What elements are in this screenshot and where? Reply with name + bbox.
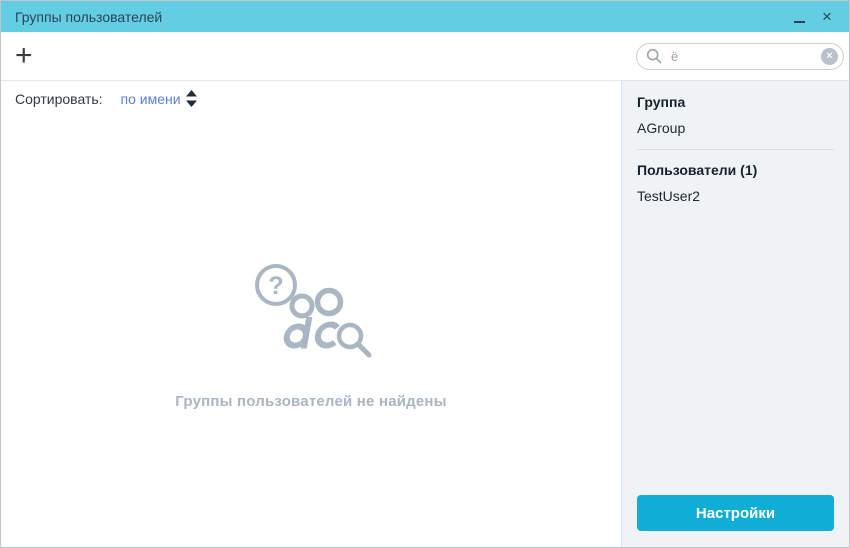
search-box[interactable]: × (636, 43, 844, 70)
groups-list-area: Сортировать: по имени ? (1, 81, 621, 547)
panel-divider (637, 149, 834, 150)
user-item[interactable]: TestUser2 (637, 188, 834, 204)
window-title: Группы пользователей (15, 9, 162, 25)
close-icon: × (822, 8, 832, 25)
add-group-button[interactable]: + (15, 43, 41, 69)
search-input[interactable] (669, 48, 814, 65)
window-controls: × (787, 4, 839, 30)
search-icon (646, 48, 662, 64)
sort-by-dropdown[interactable]: по имени (121, 91, 181, 107)
settings-button[interactable]: Настройки (637, 495, 834, 531)
user-groups-window: Группы пользователей × + × (0, 0, 850, 548)
window-body: Сортировать: по имени ? (1, 81, 849, 547)
toolbar: + × (1, 32, 849, 81)
clear-search-button[interactable]: × (821, 48, 838, 65)
panel-spacer (637, 206, 834, 495)
minimize-button[interactable] (787, 4, 811, 30)
sort-label: Сортировать: (15, 91, 103, 107)
empty-state: ? Группы пользователей не найдены (1, 112, 621, 547)
clear-search-icon: × (826, 51, 832, 62)
sort-direction-icon[interactable] (186, 90, 197, 107)
titlebar: Группы пользователей × (1, 1, 849, 32)
question-mark-glyph: ? (268, 272, 283, 300)
group-section-header: Группа (637, 94, 834, 110)
minimize-icon (794, 21, 805, 23)
no-groups-found-icon: ? (236, 259, 386, 371)
sort-row: Сортировать: по имени (1, 81, 621, 112)
details-panel: Группа AGroup Пользователи (1) TestUser2… (621, 81, 849, 547)
group-item[interactable]: AGroup (637, 120, 834, 136)
close-button[interactable]: × (815, 4, 839, 30)
empty-state-message: Группы пользователей не найдены (175, 393, 446, 410)
users-section-header: Пользователи (1) (637, 162, 834, 178)
